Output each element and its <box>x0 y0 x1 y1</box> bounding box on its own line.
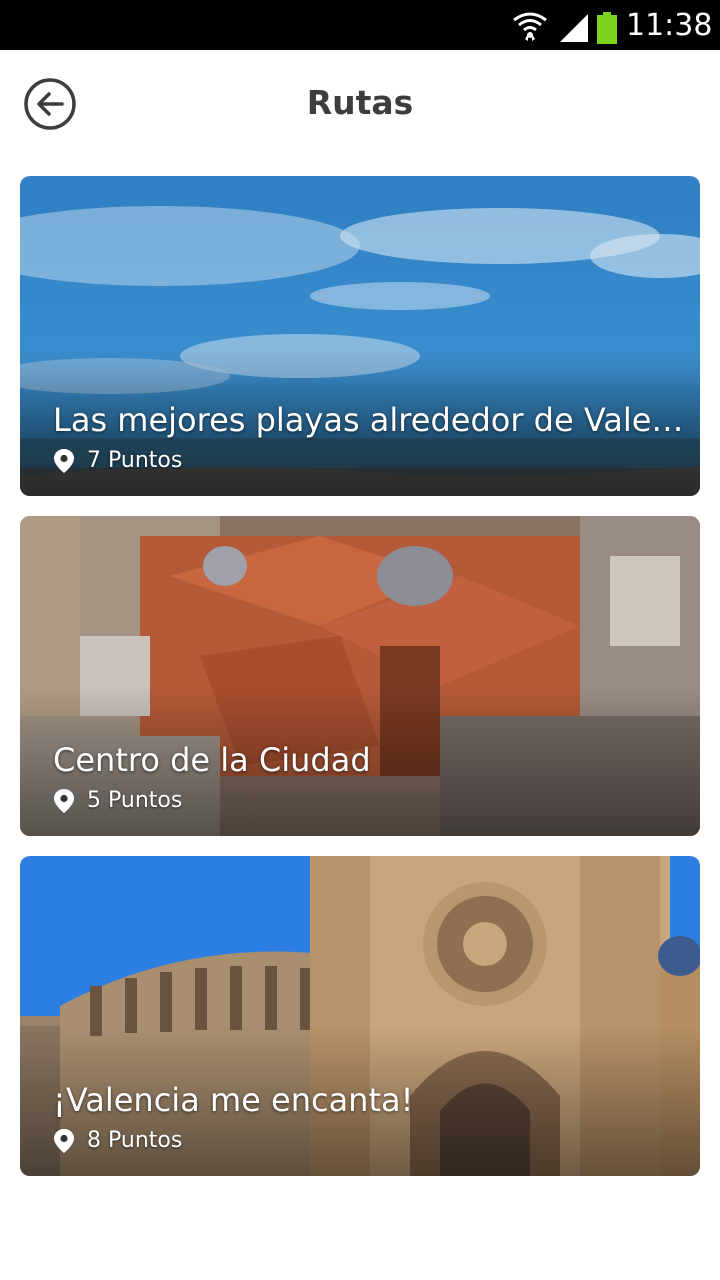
points-count: 7 Puntos <box>87 448 183 473</box>
route-points: 8 Puntos <box>53 1126 453 1156</box>
map-pin-icon <box>54 1129 74 1153</box>
route-card-beaches[interactable]: Las mejores playas alrededor de Valen...… <box>20 176 700 496</box>
wifi-icon <box>513 12 547 41</box>
status-time: 11:38 <box>626 8 713 43</box>
route-title: ¡Valencia me encanta! <box>53 1081 414 1119</box>
route-card-valencia[interactable]: ¡Valencia me encanta! 8 Puntos <box>20 856 700 1176</box>
points-count: 8 Puntos <box>87 1128 183 1153</box>
points-count: 5 Puntos <box>87 788 183 813</box>
map-pin-icon <box>54 449 74 473</box>
signal-icon <box>560 14 588 42</box>
route-card-city-center[interactable]: Centro de la Ciudad 5 Puntos <box>20 516 700 836</box>
route-title: Las mejores playas alrededor de Valen... <box>53 401 693 439</box>
map-pin-icon <box>54 789 74 813</box>
route-title: Centro de la Ciudad <box>53 741 371 779</box>
route-points: 7 Puntos <box>53 446 453 476</box>
app-bar: Rutas <box>0 50 720 156</box>
page-title: Rutas <box>306 83 414 122</box>
battery-icon <box>597 12 617 44</box>
status-bar: 11:38 <box>0 0 720 50</box>
route-points: 5 Puntos <box>53 786 453 816</box>
